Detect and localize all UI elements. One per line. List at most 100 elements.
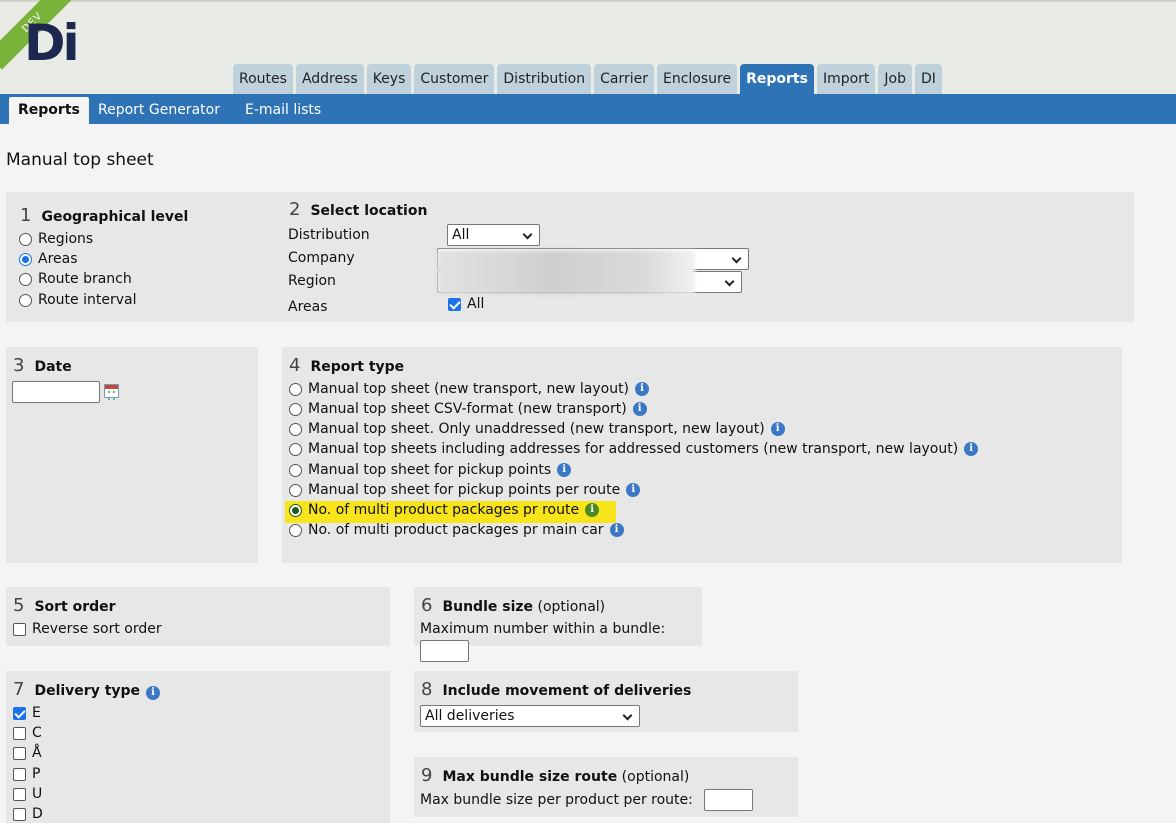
redacted-area bbox=[437, 250, 695, 294]
radio-regions-control[interactable] bbox=[19, 232, 32, 246]
delivery-type-u-check[interactable] bbox=[13, 787, 26, 801]
section-report-type-heading: 4 Report type bbox=[289, 355, 405, 376]
report-option-1[interactable]: Manual top sheet CSV-format (new transpo… bbox=[289, 401, 647, 417]
report-option-0-radio[interactable] bbox=[289, 382, 302, 396]
section-movement-title: Include movement of deliveries bbox=[442, 683, 692, 699]
radio-areas[interactable]: Areas bbox=[19, 251, 78, 267]
radio-regions[interactable]: Regions bbox=[19, 231, 93, 247]
info-icon[interactable]: i bbox=[964, 442, 979, 456]
movement-select[interactable]: All deliveries bbox=[420, 705, 640, 727]
delivery-type-p-check[interactable] bbox=[13, 767, 26, 781]
section-delivery-title: Delivery type bbox=[34, 683, 141, 699]
delivery-type-e-check[interactable] bbox=[13, 706, 26, 720]
radio-areas-control[interactable] bbox=[19, 252, 32, 266]
report-option-4-radio[interactable] bbox=[289, 463, 302, 477]
section-movement-heading: 8 Include movement of deliveries bbox=[421, 679, 692, 700]
report-option-6[interactable]: No. of multi product packages pr route i bbox=[289, 502, 600, 518]
report-option-3-radio[interactable] bbox=[289, 442, 302, 456]
calendar-icon[interactable] bbox=[104, 384, 119, 400]
radio-route-branch-control[interactable] bbox=[19, 272, 32, 286]
main-tabs: Routes Address Keys Customer Distributio… bbox=[233, 64, 942, 95]
delivery-type-d-check[interactable] bbox=[13, 807, 26, 821]
chevron-down-icon bbox=[522, 229, 533, 240]
logo-text: Di bbox=[24, 14, 80, 72]
section-bundle-heading: 6 Bundle size (optional) bbox=[421, 595, 606, 616]
tab-job[interactable]: Job bbox=[878, 64, 913, 95]
section-delivery-heading: 7 Delivery type i bbox=[13, 679, 161, 700]
areas-label: Areas bbox=[288, 299, 328, 315]
date-input[interactable] bbox=[12, 381, 100, 403]
app-logo[interactable]: DEV Di bbox=[0, 0, 90, 82]
info-icon[interactable]: i bbox=[626, 483, 641, 497]
section-max-bundle-heading: 9 Max bundle size route (optional) bbox=[421, 765, 690, 786]
info-icon[interactable]: i bbox=[635, 382, 650, 396]
app-header: DEV Di Routes Address Keys Customer Dist… bbox=[0, 0, 1176, 95]
section-bundle-optional: (optional) bbox=[537, 599, 606, 615]
delivery-type-u[interactable]: U bbox=[13, 786, 42, 802]
section-sort-heading: 5 Sort order bbox=[13, 595, 116, 616]
company-label: Company bbox=[288, 250, 355, 266]
reverse-sort-check-control[interactable] bbox=[13, 622, 26, 636]
page-title: Manual top sheet bbox=[6, 150, 154, 170]
tab-enclosure[interactable]: Enclosure bbox=[656, 64, 738, 95]
delivery-type-d[interactable]: D bbox=[13, 806, 43, 822]
report-option-1-radio[interactable] bbox=[289, 402, 302, 416]
delivery-type-p[interactable]: P bbox=[13, 766, 40, 782]
tab-keys[interactable]: Keys bbox=[366, 64, 412, 95]
bundle-size-input[interactable] bbox=[420, 640, 469, 662]
subtab-reports[interactable]: Reports bbox=[9, 97, 89, 124]
report-option-3[interactable]: Manual top sheets including addresses fo… bbox=[289, 441, 979, 457]
chevron-down-icon bbox=[724, 276, 735, 287]
delivery-type-c[interactable]: C bbox=[13, 725, 42, 741]
distribution-label: Distribution bbox=[288, 227, 370, 243]
subtab-email-lists[interactable]: E-mail lists bbox=[245, 97, 321, 124]
tab-customer[interactable]: Customer bbox=[414, 64, 495, 95]
section-report-type-title: Report type bbox=[310, 359, 405, 375]
delivery-type-e[interactable]: E bbox=[13, 705, 41, 721]
region-label: Region bbox=[288, 273, 336, 289]
info-icon[interactable]: i bbox=[585, 503, 600, 517]
section-date-title: Date bbox=[34, 359, 72, 375]
report-option-5[interactable]: Manual top sheet for pickup points per r… bbox=[289, 482, 641, 498]
report-option-6-radio[interactable] bbox=[289, 503, 302, 517]
panel-date bbox=[6, 347, 258, 563]
section-date-heading: 3 Date bbox=[13, 355, 72, 376]
info-icon[interactable]: i bbox=[770, 422, 785, 436]
report-option-0[interactable]: Manual top sheet (new transport, new lay… bbox=[289, 381, 650, 397]
section-max-bundle-optional: (optional) bbox=[621, 769, 690, 785]
max-bundle-input[interactable] bbox=[704, 789, 753, 811]
tab-carrier[interactable]: Carrier bbox=[594, 64, 654, 95]
tab-routes[interactable]: Routes bbox=[233, 64, 293, 95]
distribution-select[interactable]: All bbox=[447, 224, 540, 246]
sub-navigation: Reports Report Generator E-mail lists bbox=[0, 94, 1176, 124]
delivery-type-aa-check[interactable] bbox=[13, 746, 26, 760]
section-geo-heading: 1 Geographical level bbox=[20, 205, 189, 226]
areas-all-check-control[interactable] bbox=[448, 297, 461, 311]
reverse-sort-checkbox[interactable]: Reverse sort order bbox=[13, 621, 162, 637]
delivery-type-aa[interactable]: Å bbox=[13, 745, 42, 761]
section-max-bundle-title: Max bundle size route bbox=[442, 769, 618, 785]
report-option-7-radio[interactable] bbox=[289, 523, 302, 537]
section-geo-title: Geographical level bbox=[41, 209, 189, 225]
radio-route-interval[interactable]: Route interval bbox=[19, 292, 136, 308]
tab-reports[interactable]: Reports bbox=[740, 64, 814, 95]
info-icon[interactable]: i bbox=[557, 463, 572, 477]
tab-address[interactable]: Address bbox=[295, 64, 364, 95]
info-icon[interactable]: i bbox=[632, 402, 647, 416]
report-option-7[interactable]: No. of multi product packages pr main ca… bbox=[289, 522, 624, 538]
report-option-2[interactable]: Manual top sheet. Only unaddressed (new … bbox=[289, 421, 785, 437]
delivery-type-c-check[interactable] bbox=[13, 726, 26, 740]
tab-di[interactable]: DI bbox=[915, 64, 942, 95]
chevron-down-icon bbox=[622, 710, 633, 721]
report-option-5-radio[interactable] bbox=[289, 483, 302, 497]
tab-import[interactable]: Import bbox=[816, 64, 876, 95]
radio-route-interval-control[interactable] bbox=[19, 293, 32, 307]
areas-all-checkbox[interactable]: All bbox=[448, 296, 484, 312]
report-option-2-radio[interactable] bbox=[289, 422, 302, 436]
tab-distribution[interactable]: Distribution bbox=[497, 64, 592, 95]
report-option-4[interactable]: Manual top sheet for pickup points i bbox=[289, 462, 572, 478]
subtab-report-generator[interactable]: Report Generator bbox=[98, 97, 220, 124]
info-icon[interactable]: i bbox=[609, 523, 624, 537]
radio-route-branch[interactable]: Route branch bbox=[19, 271, 132, 287]
info-icon[interactable]: i bbox=[146, 686, 161, 700]
